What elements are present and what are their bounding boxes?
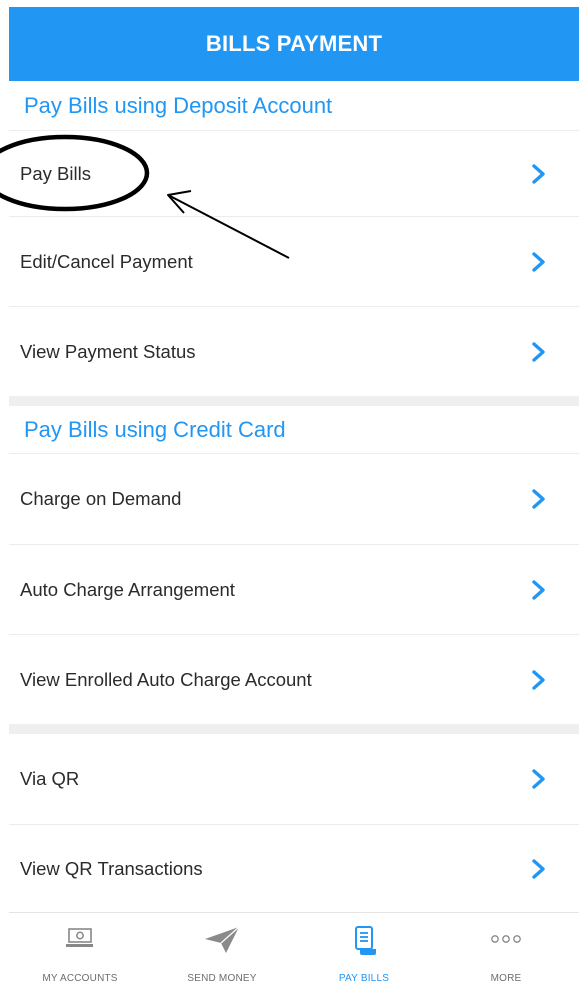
chevron-right-icon (532, 489, 545, 509)
menu-item-edit-cancel-payment[interactable]: Edit/Cancel Payment (9, 216, 579, 306)
tab-label: MORE (490, 973, 522, 984)
menu-item-label: View Enrolled Auto Charge Account (20, 668, 312, 690)
section-title-credit: Pay Bills using Credit Card (24, 417, 286, 442)
menu-item-auto-charge-arrangement[interactable]: Auto Charge Arrangement (9, 544, 579, 634)
menu-item-pay-bills[interactable]: Pay Bills (9, 130, 579, 216)
chevron-right-icon (532, 858, 545, 879)
chevron-right-icon (532, 769, 545, 789)
tab-label: SEND MONEY (187, 973, 257, 984)
section-divider (9, 724, 579, 734)
menu-item-view-enrolled-auto-charge[interactable]: View Enrolled Auto Charge Account (9, 634, 579, 724)
tab-my-accounts[interactable]: MY ACCOUNTS (9, 913, 151, 989)
section-divider (9, 396, 579, 406)
menu-item-charge-on-demand[interactable]: Charge on Demand (9, 453, 579, 544)
chevron-right-icon (532, 669, 545, 690)
menu-item-view-qr-transactions[interactable]: View QR Transactions (9, 824, 579, 912)
menu-item-label: Edit/Cancel Payment (20, 250, 193, 272)
page-header: BILLS PAYMENT (9, 7, 579, 81)
app-screen: BILLS PAYMENT Pay Bills using Deposit Ac… (9, 0, 579, 989)
page-title: BILLS PAYMENT (205, 31, 383, 56)
tab-label: PAY BILLS (338, 973, 390, 984)
menu-item-label: Auto Charge Arrangement (20, 578, 235, 600)
section-title-deposit: Pay Bills using Deposit Account (24, 93, 333, 118)
paper-plane-icon (205, 926, 240, 953)
chevron-right-icon (532, 579, 545, 600)
tab-send-money[interactable]: SEND MONEY (151, 913, 293, 989)
menu-item-label: View QR Transactions (20, 857, 203, 879)
menu-item-view-payment-status[interactable]: View Payment Status (9, 306, 579, 396)
chevron-right-icon (532, 163, 545, 184)
menu-item-via-qr[interactable]: Via QR (9, 734, 579, 824)
bottom-tab-bar: MY ACCOUNTS SEND MONEY PAY BILLS MORE (9, 912, 579, 989)
menu-item-label: View Payment Status (20, 340, 196, 362)
tab-pay-bills[interactable]: PAY BILLS (293, 913, 435, 989)
menu-item-label: Charge on Demand (20, 488, 182, 509)
bill-receipt-icon (355, 926, 376, 955)
cash-icon (66, 928, 93, 947)
menu-item-label: Via QR (20, 768, 80, 789)
menu-item-label: Pay Bills (20, 162, 91, 184)
tab-more[interactable]: MORE (435, 913, 577, 989)
tab-label: MY ACCOUNTS (42, 973, 118, 984)
more-dots-icon (491, 935, 521, 943)
chevron-right-icon (532, 251, 545, 272)
chevron-right-icon (532, 341, 545, 362)
